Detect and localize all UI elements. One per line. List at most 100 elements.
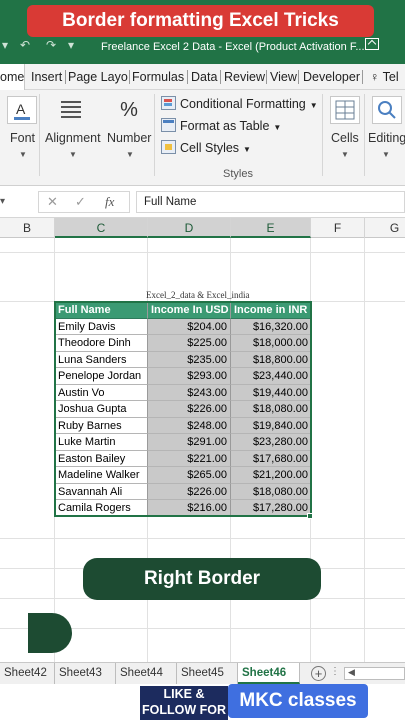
name-cell[interactable]: Camila Rogers bbox=[55, 500, 148, 517]
conditional-formatting-icon bbox=[161, 96, 176, 110]
name-box-dropdown-icon[interactable]: ▾ bbox=[0, 191, 12, 213]
tab-page-layout[interactable]: Page Layo bbox=[68, 64, 128, 90]
chevron-down-icon[interactable]: ▼ bbox=[341, 150, 349, 159]
chevron-down-icon[interactable]: ▼ bbox=[126, 150, 134, 159]
name-cell[interactable]: Madeline Walker bbox=[55, 467, 148, 484]
tab-data[interactable]: Data bbox=[191, 64, 217, 90]
ribbon-display-options-icon[interactable] bbox=[365, 38, 379, 50]
table-row: Emily Davis $204.00 $16,320.00 bbox=[55, 318, 311, 335]
sheet-tab-sheet45[interactable]: Sheet45 bbox=[177, 663, 238, 684]
name-cell[interactable]: Ruby Barnes bbox=[55, 417, 148, 434]
column-header-e[interactable]: E bbox=[231, 218, 311, 238]
column-header-b[interactable]: B bbox=[0, 218, 55, 238]
usd-cell[interactable]: $248.00 bbox=[148, 417, 231, 434]
tab-home[interactable]: ome bbox=[0, 64, 25, 90]
inr-cell[interactable]: $23,280.00 bbox=[231, 434, 311, 451]
font-group-label[interactable]: Font bbox=[10, 131, 35, 145]
tab-separator bbox=[129, 70, 130, 84]
worksheet-grid[interactable]: Excel_2_data & Excel_india Full Name Inc… bbox=[0, 238, 405, 662]
add-sheet-icon[interactable]: + bbox=[311, 666, 326, 681]
chevron-down-icon[interactable]: ▼ bbox=[382, 150, 390, 159]
chevron-down-icon[interactable]: ▼ bbox=[19, 150, 27, 159]
chevron-down-icon: ▼ bbox=[243, 145, 251, 154]
inr-cell[interactable]: $17,280.00 bbox=[231, 500, 311, 517]
usd-cell[interactable]: $226.00 bbox=[148, 483, 231, 500]
usd-cell[interactable]: $293.00 bbox=[148, 368, 231, 385]
tab-view[interactable]: View bbox=[270, 64, 297, 90]
header-cell[interactable]: Income In USD bbox=[148, 302, 231, 319]
name-cell[interactable]: Emily Davis bbox=[55, 318, 148, 335]
insert-function-icon[interactable]: fx bbox=[105, 194, 114, 210]
more-options-icon[interactable]: ⋮ bbox=[330, 666, 340, 677]
header-cell[interactable]: Income in INR bbox=[231, 302, 311, 319]
undo-icon[interactable]: ↶ bbox=[20, 38, 30, 52]
fill-handle[interactable] bbox=[307, 513, 313, 519]
sheet-tab-sheet46[interactable]: Sheet46 bbox=[238, 663, 300, 684]
redo-icon[interactable]: ↷ bbox=[46, 38, 56, 52]
inr-cell[interactable]: $21,200.00 bbox=[231, 467, 311, 484]
name-cell[interactable]: Penelope Jordan bbox=[55, 368, 148, 385]
column-header-d[interactable]: D bbox=[148, 218, 231, 238]
chevron-down-icon[interactable]: ▼ bbox=[69, 150, 77, 159]
name-cell[interactable]: Joshua Gupta bbox=[55, 401, 148, 418]
name-cell[interactable]: Luna Sanders bbox=[55, 351, 148, 368]
inr-cell[interactable]: $17,680.00 bbox=[231, 450, 311, 467]
column-header-g[interactable]: G bbox=[365, 218, 405, 238]
sheet-tab-sheet42[interactable]: Sheet42 bbox=[0, 663, 55, 684]
font-color-icon[interactable]: A bbox=[7, 96, 37, 124]
sheet-tab-sheet43[interactable]: Sheet43 bbox=[55, 663, 116, 684]
align-icon[interactable] bbox=[57, 96, 87, 124]
column-header-f[interactable]: F bbox=[311, 218, 365, 238]
alignment-group-label[interactable]: Alignment bbox=[45, 131, 101, 145]
scroll-left-icon[interactable]: ◀ bbox=[348, 667, 355, 678]
tab-developer[interactable]: Developer bbox=[303, 64, 360, 90]
tab-review[interactable]: Review bbox=[224, 64, 265, 90]
format-as-table-button[interactable]: Format as Table ▼ bbox=[161, 117, 281, 135]
usd-cell[interactable]: $243.00 bbox=[148, 384, 231, 401]
inr-cell[interactable]: $19,840.00 bbox=[231, 417, 311, 434]
cells-icon[interactable] bbox=[330, 96, 360, 124]
save-icon[interactable]: ▾ bbox=[2, 38, 8, 52]
search-icon[interactable] bbox=[372, 96, 402, 124]
name-cell[interactable]: Easton Bailey bbox=[55, 450, 148, 467]
cell-styles-button[interactable]: Cell Styles ▼ bbox=[161, 139, 251, 157]
inr-cell[interactable]: $18,800.00 bbox=[231, 351, 311, 368]
conditional-formatting-button[interactable]: Conditional Formatting ▼ bbox=[161, 95, 318, 113]
tab-tell-me[interactable]: ♀ Tel bbox=[370, 64, 399, 90]
formula-input[interactable]: Full Name bbox=[136, 191, 405, 213]
name-cell[interactable]: Theodore Dinh bbox=[55, 335, 148, 352]
tab-insert[interactable]: Insert bbox=[31, 64, 62, 90]
inr-cell[interactable]: $23,440.00 bbox=[231, 368, 311, 385]
name-cell[interactable]: Luke Martin bbox=[55, 434, 148, 451]
usd-cell[interactable]: $291.00 bbox=[148, 434, 231, 451]
tab-formulas[interactable]: Formulas bbox=[132, 64, 184, 90]
usd-cell[interactable]: $225.00 bbox=[148, 335, 231, 352]
editing-group-label[interactable]: Editing bbox=[368, 131, 405, 145]
name-cell[interactable]: Savannah Ali bbox=[55, 483, 148, 500]
cancel-icon[interactable]: ✕ bbox=[47, 194, 58, 210]
column-header-c[interactable]: C bbox=[55, 218, 148, 238]
tell-me-label: Tel bbox=[382, 70, 399, 84]
customize-qat-icon[interactable]: ▾ bbox=[68, 38, 74, 52]
inr-cell[interactable]: $16,320.00 bbox=[231, 318, 311, 335]
number-group-label[interactable]: Number bbox=[107, 131, 151, 145]
inr-cell[interactable]: $18,080.00 bbox=[231, 483, 311, 500]
sheet-tab-sheet44[interactable]: Sheet44 bbox=[116, 663, 177, 684]
usd-cell[interactable]: $235.00 bbox=[148, 351, 231, 368]
inr-cell[interactable]: $18,080.00 bbox=[231, 401, 311, 418]
percent-icon[interactable]: % bbox=[114, 96, 144, 124]
usd-cell[interactable]: $216.00 bbox=[148, 500, 231, 517]
usd-cell[interactable]: $204.00 bbox=[148, 318, 231, 335]
inr-cell[interactable]: $19,440.00 bbox=[231, 384, 311, 401]
cells-group-label[interactable]: Cells bbox=[331, 131, 359, 145]
excel-window: Border formatting Excel Tricks ▾ ↶ ↷ ▾ F… bbox=[0, 0, 405, 720]
usd-cell[interactable]: $226.00 bbox=[148, 401, 231, 418]
enter-icon[interactable]: ✓ bbox=[75, 194, 86, 210]
usd-cell[interactable]: $221.00 bbox=[148, 450, 231, 467]
window-title: Freelance Excel 2 Data - Excel (Product … bbox=[101, 41, 365, 53]
inr-cell[interactable]: $18,000.00 bbox=[231, 335, 311, 352]
horizontal-scrollbar[interactable]: ◀ bbox=[344, 667, 405, 680]
usd-cell[interactable]: $265.00 bbox=[148, 467, 231, 484]
name-cell[interactable]: Austin Vo bbox=[55, 384, 148, 401]
header-cell[interactable]: Full Name bbox=[55, 302, 148, 319]
